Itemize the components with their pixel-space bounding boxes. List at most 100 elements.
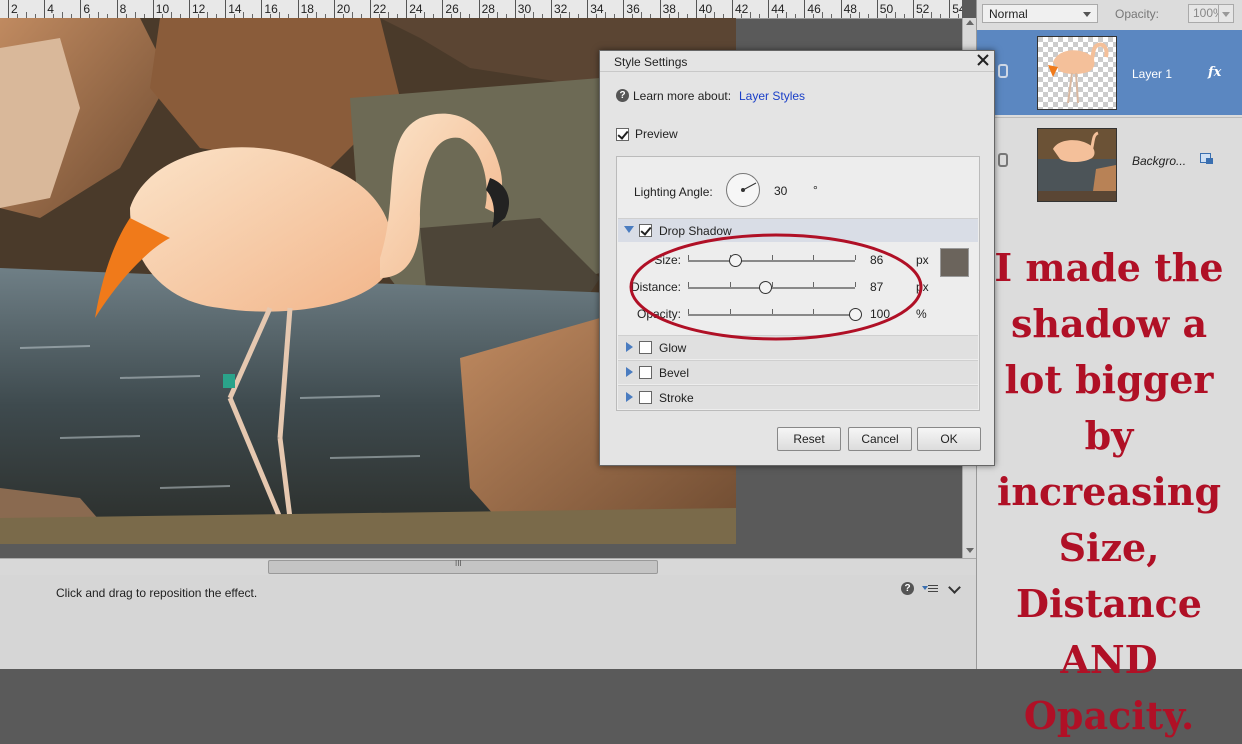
ruler-tick	[551, 0, 552, 18]
help-icon[interactable]: ?	[901, 582, 914, 595]
annotation-line: AND Opacity.	[1023, 637, 1195, 738]
annotation-line: shadow a	[1010, 301, 1208, 346]
bevel-section[interactable]: Bevel	[618, 360, 978, 384]
lighting-angle-label: Lighting Angle:	[634, 185, 713, 199]
bevel-checkbox[interactable]	[639, 366, 652, 379]
scroll-down-icon[interactable]	[966, 548, 974, 553]
ruler-subtick	[940, 14, 941, 18]
lock-icon[interactable]	[1200, 153, 1214, 165]
ruler-tick	[768, 0, 770, 18]
ruler-tick	[949, 0, 951, 18]
reset-button[interactable]: Reset	[777, 427, 841, 451]
ruler-subtick	[777, 14, 779, 18]
expand-right-icon[interactable]	[626, 392, 633, 402]
layer1-thumbnail[interactable]	[1037, 36, 1117, 110]
ruler-subtick	[958, 14, 960, 18]
background-thumbnail[interactable]	[1037, 128, 1117, 202]
ruler-subtick	[786, 12, 788, 18]
dialog-title: Style Settings	[614, 55, 688, 69]
expand-right-icon[interactable]	[626, 367, 633, 377]
shadow-color-swatch[interactable]	[940, 248, 969, 277]
link-icon[interactable]	[998, 153, 1008, 167]
layer-name[interactable]: Layer 1	[1132, 67, 1172, 81]
ruler-tick	[225, 0, 227, 18]
ruler-tick	[189, 0, 190, 18]
ruler-subtick	[903, 14, 905, 18]
ruler-subtick	[858, 12, 860, 18]
horizontal-ruler: 2 4 6 8 10 12 14 16 18 20 22 24 26 28 30 32 34 36 38 40 42 44…	[0, 0, 962, 19]
ruler-label: 54	[952, 2, 962, 16]
ruler-subtick	[922, 14, 923, 18]
ruler-subtick	[849, 14, 851, 18]
glow-label: Glow	[659, 341, 687, 355]
ruler-tick	[116, 0, 118, 18]
ruler-tick	[8, 0, 9, 18]
annotation-text: I made the shadow a lot bigger by increa…	[980, 240, 1238, 744]
ruler-subtick	[867, 14, 869, 18]
ruler-tick	[587, 0, 589, 18]
stroke-label: Stroke	[659, 391, 694, 405]
list-options-icon[interactable]	[922, 582, 940, 595]
style-settings-dialog: Style Settings ? Learn more about: Layer…	[599, 50, 995, 466]
stroke-section[interactable]: Stroke	[618, 385, 978, 409]
degree-unit: °	[813, 183, 818, 197]
stroke-checkbox[interactable]	[639, 391, 652, 404]
ruler-tick	[659, 0, 661, 18]
fx-icon[interactable]: fx	[1208, 65, 1221, 80]
background-photo-thumb	[1038, 129, 1116, 191]
opacity-label: Opacity:	[1115, 7, 1160, 21]
annotation-line: I made the	[994, 245, 1224, 290]
annotation-line: increasing	[996, 469, 1222, 514]
ruler-subtick	[750, 12, 751, 18]
learn-more-label: Learn more about:	[633, 89, 732, 103]
ruler-tick	[297, 0, 299, 18]
close-icon[interactable]	[976, 53, 990, 67]
ruler-tick	[514, 0, 516, 18]
preview-label: Preview	[635, 127, 678, 141]
layer-styles-link[interactable]: Layer Styles	[739, 89, 805, 103]
scroll-up-icon[interactable]	[966, 20, 974, 25]
ruler-subtick	[795, 14, 797, 18]
layer-row-background[interactable]: Backgro...	[977, 117, 1242, 203]
lighting-angle-dial[interactable]	[726, 173, 760, 207]
ruler-subtick	[813, 14, 815, 18]
annotation-line: Size, Distance	[1016, 525, 1202, 626]
ruler-subtick	[931, 12, 932, 18]
ruler-tick	[442, 0, 444, 18]
chevron-down-icon[interactable]	[948, 581, 961, 594]
dialog-titlebar[interactable]: Style Settings	[600, 51, 994, 72]
dropdown-arrow-icon	[1083, 12, 1091, 17]
ruler-tick	[623, 0, 625, 18]
ruler-tick	[152, 0, 154, 18]
blend-mode-select[interactable]: Normal	[982, 4, 1098, 23]
ruler-subtick	[894, 12, 896, 18]
ruler-subtick	[885, 14, 887, 18]
ruler-subtick	[759, 14, 760, 18]
lighting-angle-value[interactable]: 30	[774, 184, 787, 198]
ruler-tick	[333, 0, 335, 18]
ruler-subtick	[831, 14, 833, 18]
ruler-tick	[913, 0, 914, 18]
ruler-tick	[804, 0, 806, 18]
cancel-button[interactable]: Cancel	[848, 427, 912, 451]
ruler-tick	[370, 0, 371, 18]
scroll-grip: III	[455, 559, 462, 568]
link-icon[interactable]	[998, 64, 1008, 78]
ok-button[interactable]: OK	[917, 427, 981, 451]
opacity-dropdown-button[interactable]	[1218, 4, 1234, 23]
ruler-subtick	[741, 14, 742, 18]
preview-checkbox[interactable]	[616, 128, 629, 141]
layer-row-layer1[interactable]: Layer 1 fx	[977, 30, 1242, 115]
ruler-tick	[44, 0, 46, 18]
horizontal-scroll-thumb[interactable]: III	[268, 559, 658, 574]
ruler-tick	[695, 0, 697, 18]
layer-name[interactable]: Backgro...	[1132, 154, 1186, 168]
status-bar: Click and drag to reposition the effect.…	[0, 575, 976, 669]
status-text: Click and drag to reposition the effect.	[56, 586, 258, 600]
expand-right-icon[interactable]	[626, 342, 633, 352]
ruler-tick	[80, 0, 82, 18]
ruler-tick	[261, 0, 263, 18]
highlight-ellipse	[629, 233, 923, 341]
bevel-label: Bevel	[659, 366, 690, 380]
blend-mode-value: Normal	[989, 7, 1028, 21]
